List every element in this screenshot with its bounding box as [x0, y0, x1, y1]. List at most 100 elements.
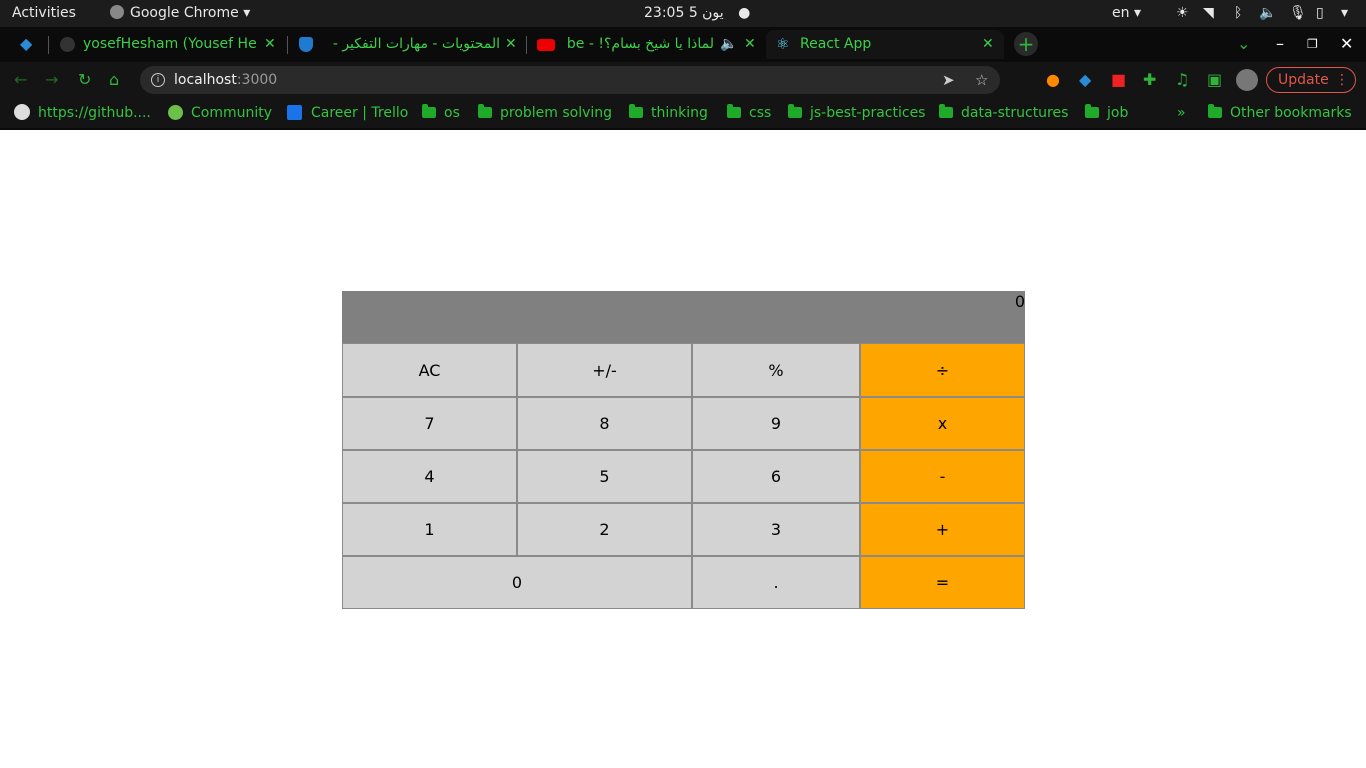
- microphone-icon: 🎙: [1289, 5, 1307, 21]
- bookmark-folder-problem-solving[interactable]: problem solving: [478, 104, 612, 122]
- reload-icon[interactable]: ↻: [78, 72, 91, 88]
- digit-2-button[interactable]: 2: [517, 503, 692, 556]
- tab-title: yosefHesham (Yousef He: [83, 36, 257, 52]
- update-label: Update: [1278, 72, 1329, 88]
- extensions-puzzle-icon[interactable]: ✚: [1143, 72, 1156, 88]
- display-value: 0: [1014, 292, 1025, 311]
- tab-title: المحتويات - مهارات التفكير -: [332, 36, 500, 52]
- bookmark-label: os: [444, 105, 460, 121]
- folder-icon: [422, 104, 436, 118]
- media-control-icon[interactable]: ♫: [1175, 72, 1189, 88]
- close-icon[interactable]: ✕: [744, 30, 756, 59]
- app-name: Google Chrome: [130, 5, 239, 21]
- bookmark-star-icon[interactable]: ☆: [975, 71, 988, 89]
- folder-icon: [1208, 104, 1222, 118]
- gem-extension-icon[interactable]: ◆: [1079, 72, 1091, 88]
- wifi-icon: ◥: [1203, 5, 1214, 21]
- tab-react-app[interactable]: ⚛ React App ✕: [766, 30, 1004, 59]
- close-icon[interactable]: ✕: [264, 30, 276, 59]
- trello-icon: [287, 105, 302, 120]
- digit-1-button[interactable]: 1: [342, 503, 517, 556]
- back-icon[interactable]: ←: [14, 72, 27, 88]
- decimal-button[interactable]: .: [692, 556, 860, 609]
- add-button[interactable]: +: [860, 503, 1025, 556]
- tab-title: لماذا يا شيخ بسام؟! - ube: [566, 36, 714, 52]
- home-icon[interactable]: ⌂: [109, 72, 119, 88]
- language-label: en: [1112, 5, 1130, 21]
- folder-icon: [478, 104, 492, 118]
- digit-7-button[interactable]: 7: [342, 397, 517, 450]
- digit-4-button[interactable]: 4: [342, 450, 517, 503]
- bookmark-label: https://github....: [38, 105, 151, 121]
- address-bar[interactable]: i localhost:3000 ➤ ☆: [140, 66, 1000, 94]
- send-icon[interactable]: ➤: [942, 71, 955, 89]
- tab-youtube[interactable]: لماذا يا شيخ بسام؟! - ube 🔈 ✕: [534, 30, 762, 59]
- bookmark-folder-css[interactable]: css: [727, 104, 771, 122]
- tab-search-chevron-icon[interactable]: ⌄: [1237, 36, 1250, 52]
- shield-icon: [299, 37, 313, 52]
- digit-9-button[interactable]: 9: [692, 397, 860, 450]
- bookmark-trello[interactable]: Career | Trello: [287, 104, 408, 122]
- system-menu-chevron-icon[interactable]: ▾: [1341, 0, 1348, 27]
- bookmark-github[interactable]: https://github....: [14, 104, 151, 122]
- notification-dot-icon: ●: [738, 5, 751, 21]
- app-menu[interactable]: Google Chrome ▾: [110, 0, 250, 27]
- language-indicator[interactable]: en ▾: [1112, 0, 1141, 27]
- activities-button[interactable]: Activities: [12, 0, 76, 27]
- other-bookmarks-folder[interactable]: Other bookmarks: [1208, 104, 1352, 122]
- extension-orange-icon[interactable]: ●: [1046, 72, 1060, 88]
- tab-github[interactable]: yosefHesham (Yousef He ✕: [56, 30, 284, 59]
- audio-playing-icon[interactable]: 🔈: [720, 30, 737, 59]
- community-icon: [168, 105, 183, 120]
- avatar[interactable]: [1236, 69, 1258, 91]
- sign-toggle-button[interactable]: +/-: [517, 343, 692, 397]
- bookmark-folder-thinking[interactable]: thinking: [629, 104, 708, 122]
- update-button[interactable]: Update ⋮: [1266, 67, 1356, 93]
- close-icon[interactable]: ✕: [982, 30, 994, 59]
- digit-5-button[interactable]: 5: [517, 450, 692, 503]
- calculator: 0 AC +/- % ÷ 7 8 9 x 4 5 6 - 1 2 3 + 0 .…: [342, 291, 1025, 609]
- bookmark-label: Community: [191, 105, 273, 121]
- react-icon: ⚛: [776, 35, 790, 53]
- extension-red-icon[interactable]: ■: [1111, 72, 1126, 88]
- digit-3-button[interactable]: 3: [692, 503, 860, 556]
- digit-6-button[interactable]: 6: [692, 450, 860, 503]
- tab-thinking-skills[interactable]: المحتويات - مهارات التفكير - ✕: [295, 30, 523, 59]
- minimize-icon[interactable]: –: [1276, 36, 1284, 52]
- system-top-bar: Activities Google Chrome ▾ 23:05 يون 5 ●…: [0, 0, 1366, 27]
- ac-button[interactable]: AC: [342, 343, 517, 397]
- folder-icon: [727, 104, 741, 118]
- multiply-button[interactable]: x: [860, 397, 1025, 450]
- side-panel-icon[interactable]: ▣: [1207, 72, 1222, 88]
- calculator-display: 0: [342, 291, 1025, 343]
- folder-icon: [788, 104, 802, 118]
- clock[interactable]: 23:05 يون 5 ●: [644, 0, 750, 27]
- maximize-icon[interactable]: ❐: [1307, 36, 1318, 52]
- subtract-button[interactable]: -: [860, 450, 1025, 503]
- bookmark-folder-data-structures[interactable]: data-structures: [939, 104, 1068, 122]
- tab-separator: [526, 36, 527, 54]
- gem-icon[interactable]: ◆: [20, 36, 32, 52]
- percent-button[interactable]: %: [692, 343, 860, 397]
- equals-button[interactable]: =: [860, 556, 1025, 609]
- close-window-icon[interactable]: ✕: [1340, 36, 1353, 52]
- clock-date: يون 5: [688, 5, 724, 21]
- bookmark-label: css: [749, 105, 772, 121]
- folder-icon: [629, 104, 643, 118]
- url-text[interactable]: localhost:3000: [174, 71, 277, 89]
- url-host: localhost: [174, 72, 237, 88]
- digit-0-button[interactable]: 0: [342, 556, 692, 609]
- forward-icon[interactable]: →: [45, 72, 58, 88]
- bookmark-folder-js-best-practices[interactable]: js-best-practices: [788, 104, 925, 122]
- bookmark-folder-os[interactable]: os: [422, 104, 460, 122]
- volume-icon: 🔈: [1259, 5, 1277, 21]
- digit-8-button[interactable]: 8: [517, 397, 692, 450]
- bookmark-community[interactable]: Community: [168, 104, 272, 122]
- new-tab-button[interactable]: +: [1014, 32, 1038, 56]
- site-info-icon[interactable]: i: [151, 73, 165, 87]
- bookmarks-overflow-button[interactable]: »: [1177, 104, 1186, 122]
- bookmark-label: thinking: [651, 105, 708, 121]
- bookmark-folder-job[interactable]: job: [1085, 104, 1128, 122]
- close-icon[interactable]: ✕: [505, 30, 517, 59]
- divide-button[interactable]: ÷: [860, 343, 1025, 397]
